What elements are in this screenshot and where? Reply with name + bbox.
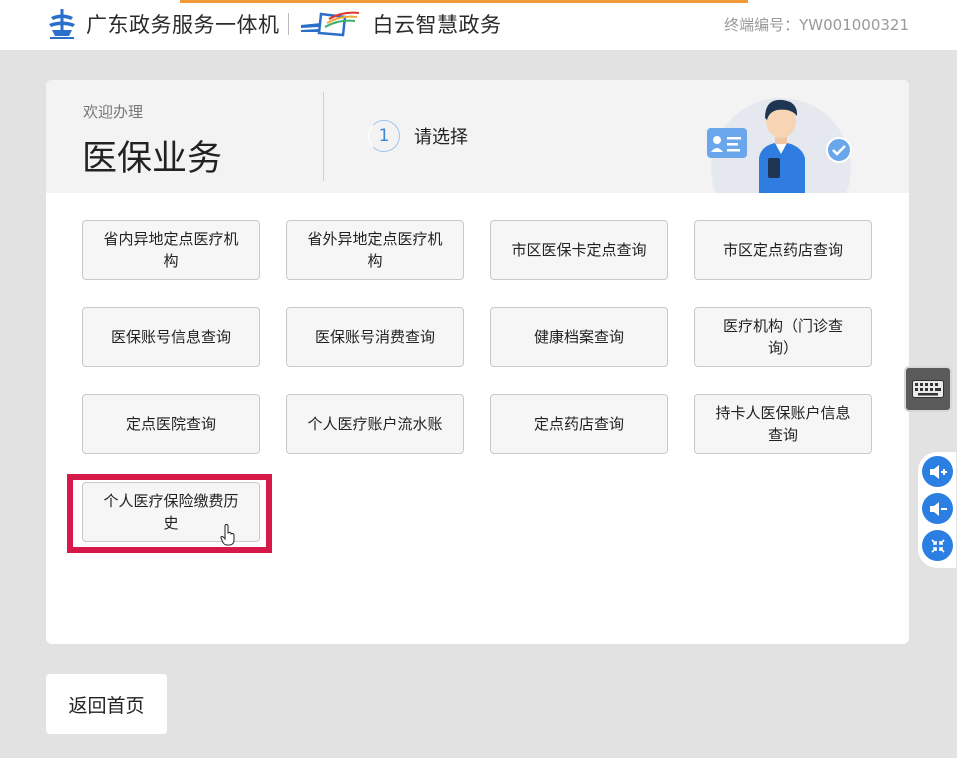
service-button[interactable]: 医保账号信息查询 — [82, 307, 260, 367]
panel-header: 欢迎办理 医保业务 1 请选择 — [46, 80, 909, 193]
service-button[interactable]: 市区定点药店查询 — [694, 220, 872, 280]
service-button[interactable]: 医保账号消费查询 — [286, 307, 464, 367]
step-number: 1 — [368, 120, 400, 152]
baiyun-logo-icon — [300, 11, 359, 37]
volume-up-icon — [929, 464, 947, 479]
volume-down-icon — [929, 501, 947, 516]
collapse-button[interactable] — [922, 530, 953, 561]
service-button[interactable]: 持卡人医保账户信息查询 — [694, 394, 872, 454]
back-home-button[interactable]: 返回首页 — [46, 674, 167, 734]
brand-name: 广东政务服务一体机 — [86, 13, 280, 37]
step-indicator: 1 请选择 — [368, 120, 468, 152]
service-button[interactable]: 医疗机构（门诊查询） — [694, 307, 872, 367]
keyboard-button[interactable] — [904, 366, 952, 412]
service-button[interactable]: 省外异地定点医疗机构 — [286, 220, 464, 280]
brand-area: 广东政务服务一体机 白云智慧政务 — [46, 7, 502, 41]
brand-separator — [287, 13, 289, 35]
page-title: 医保业务 — [82, 139, 223, 179]
service-button[interactable]: 定点药店查询 — [490, 394, 668, 454]
service-button[interactable]: 健康档案查询 — [490, 307, 668, 367]
step-label: 请选择 — [414, 127, 468, 148]
terminal-id: 终端编号：YW001000321 — [724, 16, 909, 34]
top-header: 广东政务服务一体机 白云智慧政务 终端编号：YW001000321 — [0, 0, 957, 50]
volume-up-button[interactable] — [922, 456, 953, 487]
service-button[interactable]: 市区医保卡定点查询 — [490, 220, 668, 280]
pointer-hand-icon — [220, 524, 235, 546]
collapse-icon — [930, 538, 945, 553]
welcome-text: 欢迎办理 — [83, 103, 144, 121]
keyboard-icon — [912, 380, 944, 398]
volume-down-button[interactable] — [922, 493, 953, 524]
service-button[interactable]: 个人医疗账户流水账 — [286, 394, 464, 454]
accessibility-toolbar — [918, 452, 956, 568]
sub-brand-name: 白云智慧政务 — [372, 13, 502, 37]
header-divider — [323, 92, 324, 181]
service-agent-illustration — [707, 98, 852, 193]
header-accent-line — [180, 0, 748, 3]
service-button[interactable]: 定点医院查询 — [82, 394, 260, 454]
government-emblem-icon — [49, 9, 75, 39]
service-button[interactable]: 省内异地定点医疗机构 — [82, 220, 260, 280]
